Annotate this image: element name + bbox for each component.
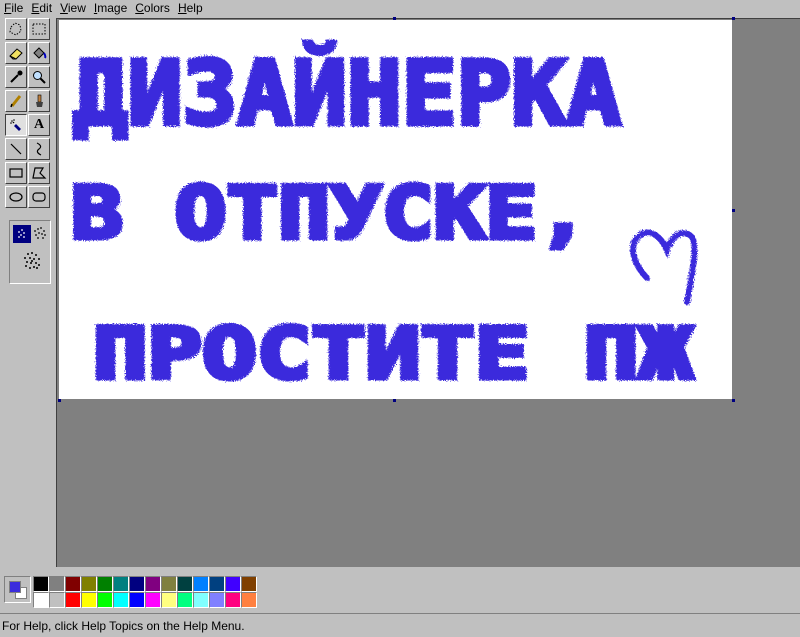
menu-edit[interactable]: Edit [27,1,56,15]
menu-bar: File Edit View Image Colors Help [0,0,800,16]
palette-color-bottom-11[interactable] [193,592,209,608]
rounded-rect-tool[interactable] [28,186,50,208]
palette-color-top-2[interactable] [49,576,65,592]
eraser-tool[interactable] [5,42,27,64]
drawn-heart [630,229,698,305]
resize-handle-bottom[interactable] [393,399,396,402]
palette-color-top-8[interactable] [145,576,161,592]
rect-select-tool[interactable] [28,18,50,40]
spray-medium-icon [34,227,46,239]
palette-color-top-3[interactable] [65,576,81,592]
polygon-tool[interactable] [28,162,50,184]
free-select-icon [9,22,22,36]
free-select-tool[interactable] [5,18,27,40]
palette-color-bottom-7[interactable] [129,592,145,608]
palette-color-top-12[interactable] [209,576,225,592]
rectangle-tool[interactable] [5,162,27,184]
menu-help[interactable]: Help [174,1,207,15]
drawing-canvas[interactable]: ДИЗАЙНЕРКА В ОТПУСКЕ, ПРОСТИТЕ ПЖ [59,20,732,399]
airbrush-size-large[interactable] [20,249,44,273]
palette-color-top-9[interactable] [161,576,177,592]
ellipse-icon [9,192,23,202]
palette-color-bottom-14[interactable] [241,592,257,608]
magnifier-icon [33,71,46,84]
menu-image[interactable]: Image [90,1,131,15]
brush-icon [36,94,43,107]
current-colors[interactable] [4,576,31,603]
workspace: ДИЗАЙНЕРКА В ОТПУСКЕ, ПРОСТИТЕ ПЖ [56,17,800,567]
resize-handle-bottom-left [58,399,61,402]
airbrush-icon [10,119,21,131]
airbrush-size-medium[interactable] [31,225,49,243]
menu-view[interactable]: View [56,1,90,15]
palette-color-top-10[interactable] [177,576,193,592]
palette-color-bottom-4[interactable] [81,592,97,608]
menu-colors[interactable]: Colors [131,1,174,15]
pencil-tool[interactable] [5,90,27,112]
palette-color-top-11[interactable] [193,576,209,592]
polygon-icon [32,167,47,179]
color-picker-icon [10,70,23,83]
curve-tool[interactable] [28,138,50,160]
resize-handle-top [393,17,396,20]
palette-color-top-1[interactable] [33,576,49,592]
airbrush-size-small[interactable] [13,225,31,243]
palette-color-bottom-9[interactable] [161,592,177,608]
brush-tool[interactable] [28,90,50,112]
line-tool[interactable] [5,138,27,160]
palette-color-top-14[interactable] [241,576,257,592]
text-tool[interactable]: A [28,114,50,136]
palette-color-bottom-3[interactable] [65,592,81,608]
magnifier-tool[interactable] [28,66,50,88]
resize-handle-bottom-right[interactable] [732,399,735,402]
pencil-icon [10,95,22,108]
palette-grid [33,576,257,608]
palette-color-bottom-5[interactable] [97,592,113,608]
rect-select-icon [32,23,46,35]
palette-color-bottom-6[interactable] [113,592,129,608]
foreground-color-swatch [9,581,21,593]
palette-color-bottom-12[interactable] [209,592,225,608]
palette-color-top-13[interactable] [225,576,241,592]
airbrush-size-options [9,220,51,284]
palette-color-top-4[interactable] [81,576,97,592]
fill-tool[interactable] [28,42,50,64]
rounded-rect-icon [32,192,46,202]
menu-file[interactable]: File [0,1,27,15]
tool-box: A [3,16,53,286]
spray-small-icon [18,229,25,238]
status-bar: For Help, click Help Topics on the Help … [0,613,800,637]
palette-color-bottom-8[interactable] [145,592,161,608]
palette-color-top-6[interactable] [113,576,129,592]
fill-bucket-icon [33,47,47,59]
spray-large-icon [24,252,40,269]
text-icon: A [33,117,45,132]
resize-handle-top-right [732,17,735,20]
palette-color-bottom-13[interactable] [225,592,241,608]
drawn-text-line-3: ПРОСТИТЕ ПЖ [93,313,693,395]
palette-color-top-7[interactable] [129,576,145,592]
eraser-icon [9,48,23,60]
palette-color-bottom-2[interactable] [49,592,65,608]
resize-handle-right[interactable] [732,209,735,212]
color-picker-tool[interactable] [5,66,27,88]
palette-color-bottom-1[interactable] [33,592,49,608]
rectangle-icon [9,168,23,178]
line-icon [10,143,22,155]
drawn-text-line-2: В ОТПУСКЕ, [71,171,589,255]
airbrush-tool[interactable] [5,114,27,136]
curve-icon [36,142,42,156]
drawn-text-line-1: ДИЗАЙНЕРКА [73,42,621,145]
status-text: For Help, click Help Topics on the Help … [2,619,245,633]
ellipse-tool[interactable] [5,186,27,208]
palette-color-bottom-10[interactable] [177,592,193,608]
drawing-layer: ДИЗАЙНЕРКА В ОТПУСКЕ, ПРОСТИТЕ ПЖ [69,40,698,398]
palette-color-top-5[interactable] [97,576,113,592]
color-box [0,571,800,609]
